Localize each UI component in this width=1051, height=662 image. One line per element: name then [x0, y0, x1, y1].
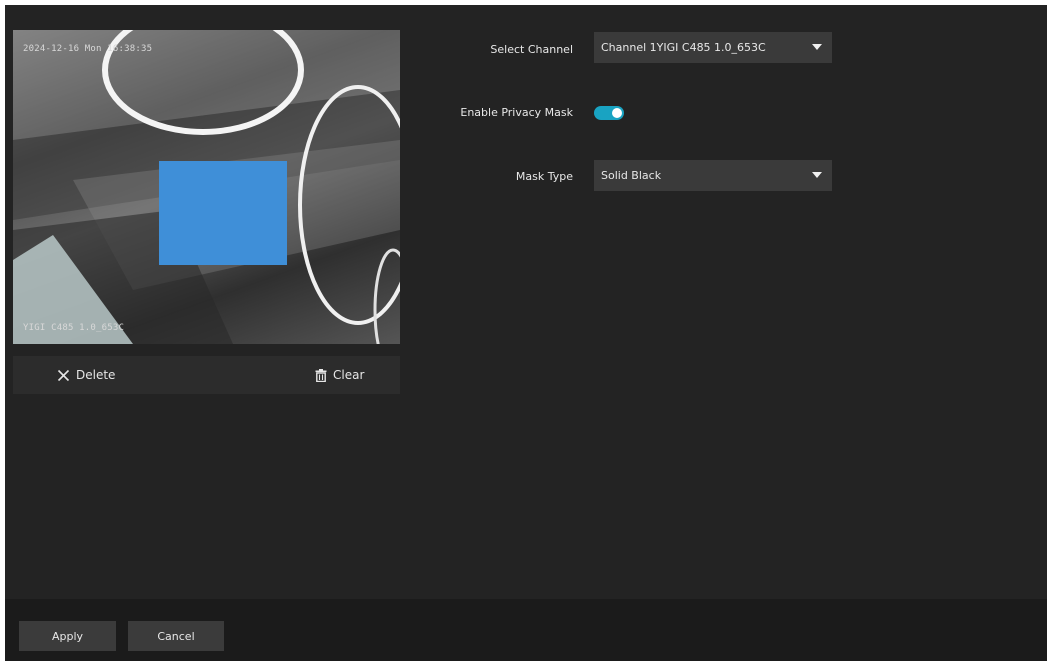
privacy-mask-settings: 2024-12-16 Mon 16:38:35 YIGI C485 1.0_65… [5, 5, 1047, 661]
cancel-button[interactable]: Cancel [128, 621, 224, 651]
mask-type-select[interactable]: Solid Black [594, 160, 832, 191]
osd-channel-name: YIGI C485 1.0_653C [23, 323, 125, 333]
select-channel-label: Select Channel [490, 43, 573, 56]
osd-timestamp: 2024-12-16 Mon 16:38:35 [23, 44, 153, 54]
privacy-mask-toggle[interactable] [594, 106, 624, 120]
chevron-down-icon [812, 172, 822, 178]
toggle-knob [612, 108, 622, 118]
channel-select-value: Channel 1YIGI C485 1.0_653C [601, 41, 766, 54]
enable-privacy-mask-label: Enable Privacy Mask [460, 106, 573, 119]
mask-type-value: Solid Black [601, 169, 662, 182]
channel-select[interactable]: Channel 1YIGI C485 1.0_653C [594, 32, 832, 63]
footer-bar: Apply Cancel [5, 599, 1047, 661]
clear-label: Clear [333, 368, 365, 382]
chevron-down-icon [812, 44, 822, 50]
trash-icon [315, 368, 327, 382]
close-icon [57, 369, 70, 381]
clear-button[interactable]: Clear [315, 356, 364, 394]
delete-button[interactable]: Delete [57, 356, 115, 394]
preview-toolbar: Delete Clear [13, 356, 400, 394]
apply-button[interactable]: Apply [19, 621, 116, 651]
delete-label: Delete [76, 368, 116, 382]
camera-preview[interactable]: 2024-12-16 Mon 16:38:35 YIGI C485 1.0_65… [13, 30, 400, 344]
privacy-mask-region[interactable] [159, 161, 287, 265]
mask-type-label: Mask Type [515, 170, 573, 183]
